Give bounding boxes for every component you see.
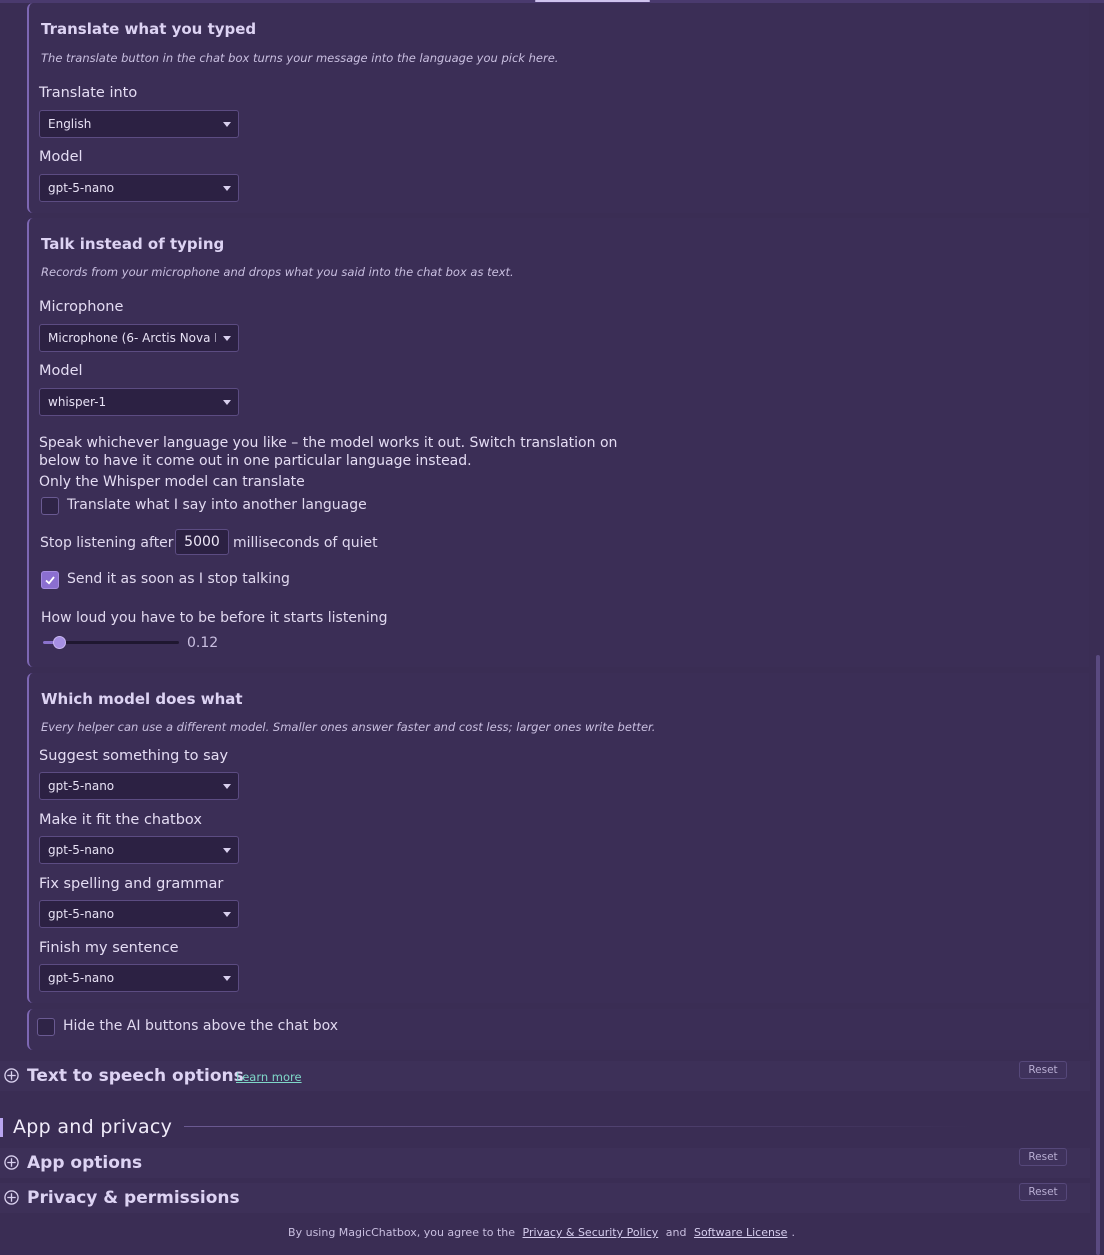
slider-thumb[interactable]	[53, 636, 66, 649]
fit-label: Make it fit the chatbox	[39, 812, 202, 828]
loudness-label: How loud you have to be before it starts…	[41, 610, 388, 626]
tts-options-title: Text to speech options	[27, 1066, 244, 1086]
translate-into-select[interactable]: English	[39, 110, 239, 138]
finish-model-select[interactable]: gpt-5-nano	[39, 964, 239, 992]
expand-plus-icon	[4, 1155, 19, 1170]
expand-plus-icon	[4, 1068, 19, 1083]
speech-info-line2: below to have it come out in one particu…	[39, 453, 472, 469]
select-value: whisper-1	[48, 395, 107, 409]
section-description: Every helper can use a different model. …	[41, 720, 656, 734]
suggest-model-select[interactable]: gpt-5-nano	[39, 772, 239, 800]
select-value: gpt-5-nano	[48, 181, 115, 195]
fit-model-select[interactable]: gpt-5-nano	[39, 836, 239, 864]
caret-down-icon	[223, 784, 231, 789]
app-options-row[interactable]: App options Reset	[0, 1148, 1090, 1178]
select-value: gpt-5-nano	[48, 843, 115, 857]
software-license-link[interactable]: Software License	[694, 1226, 787, 1239]
learn-more-link[interactable]: Learn more	[236, 1070, 302, 1084]
fix-label: Fix spelling and grammar	[39, 876, 224, 892]
speech-model-select[interactable]: whisper-1	[39, 388, 239, 416]
select-value: English	[48, 117, 92, 131]
translate-section: Translate what you typed The translate b…	[27, 3, 1089, 213]
speech-info-line1: Speak whichever language you like – the …	[39, 435, 618, 451]
models-section: Which model does what Every helper can u…	[27, 673, 1089, 1003]
checkmark-icon	[45, 576, 55, 585]
stop-listening-suffix: milliseconds of quiet	[233, 535, 378, 551]
app-options-title: App options	[27, 1153, 143, 1173]
speech-info-line3: Only the Whisper model can translate	[39, 474, 305, 490]
caret-down-icon	[223, 336, 231, 341]
auto-send-checkbox[interactable]	[41, 571, 59, 589]
app-privacy-group-header: App and privacy	[0, 1113, 1100, 1143]
auto-send-label: Send it as soon as I stop talking	[67, 571, 290, 587]
caret-down-icon	[223, 976, 231, 981]
select-value: gpt-5-nano	[48, 907, 115, 921]
privacy-permissions-title: Privacy & permissions	[27, 1188, 240, 1208]
section-description: The translate button in the chat box tur…	[41, 51, 559, 65]
caret-down-icon	[223, 400, 231, 405]
caret-down-icon	[223, 912, 231, 917]
finish-label: Finish my sentence	[39, 940, 179, 956]
group-divider	[184, 1126, 974, 1127]
microphone-label: Microphone	[39, 299, 124, 315]
section-title: Translate what you typed	[41, 20, 257, 38]
stop-listening-prefix: Stop listening after	[40, 535, 174, 551]
translate-into-label: Translate into	[39, 85, 138, 101]
group-accent-bar	[0, 1118, 3, 1137]
translate-speech-label: Translate what I say into another langua…	[67, 497, 367, 513]
footer-and: and	[665, 1226, 687, 1239]
select-value: Microphone (6- Arctis Nova Pro	[48, 331, 216, 345]
speech-section: Talk instead of typing Records from your…	[27, 218, 1089, 667]
expand-plus-icon	[4, 1190, 19, 1205]
app-options-reset-button[interactable]: Reset	[1019, 1148, 1067, 1166]
footer-suffix: .	[791, 1226, 795, 1239]
hide-ai-section: Hide the AI buttons above the chat box	[27, 1009, 1089, 1050]
hide-ai-label: Hide the AI buttons above the chat box	[63, 1018, 339, 1034]
loudness-value: 0.12	[187, 635, 219, 651]
footer-prefix: By using MagicChatbox, you agree to the	[288, 1226, 516, 1239]
caret-down-icon	[223, 848, 231, 853]
group-title: App and privacy	[13, 1116, 173, 1138]
hide-ai-checkbox[interactable]	[37, 1018, 55, 1036]
select-value: gpt-5-nano	[48, 779, 115, 793]
model-label: Model	[39, 363, 83, 379]
footer: By using MagicChatbox, you agree to the …	[0, 1226, 1083, 1239]
section-title: Talk instead of typing	[41, 235, 225, 253]
suggest-label: Suggest something to say	[39, 748, 229, 764]
select-value: gpt-5-nano	[48, 971, 115, 985]
loudness-slider[interactable]	[43, 636, 179, 650]
microphone-select[interactable]: Microphone (6- Arctis Nova Pro	[39, 324, 239, 352]
privacy-reset-button[interactable]: Reset	[1019, 1183, 1067, 1201]
privacy-permissions-row[interactable]: Privacy & permissions Reset	[0, 1183, 1090, 1213]
translate-model-select[interactable]: gpt-5-nano	[39, 174, 239, 202]
fix-model-select[interactable]: gpt-5-nano	[39, 900, 239, 928]
top-highlight	[535, 0, 650, 2]
tts-options-row[interactable]: Text to speech options Learn more Reset	[0, 1061, 1090, 1091]
translate-speech-checkbox[interactable]	[41, 497, 59, 515]
privacy-policy-link[interactable]: Privacy & Security Policy	[523, 1226, 659, 1239]
section-title: Which model does what	[41, 690, 243, 708]
caret-down-icon	[223, 186, 231, 191]
section-description: Records from your microphone and drops w…	[41, 265, 514, 279]
model-label: Model	[39, 149, 83, 165]
scrollbar[interactable]	[1096, 655, 1100, 1255]
tts-reset-button[interactable]: Reset	[1019, 1061, 1067, 1079]
caret-down-icon	[223, 122, 231, 127]
silence-ms-input[interactable]: 5000	[175, 529, 229, 555]
